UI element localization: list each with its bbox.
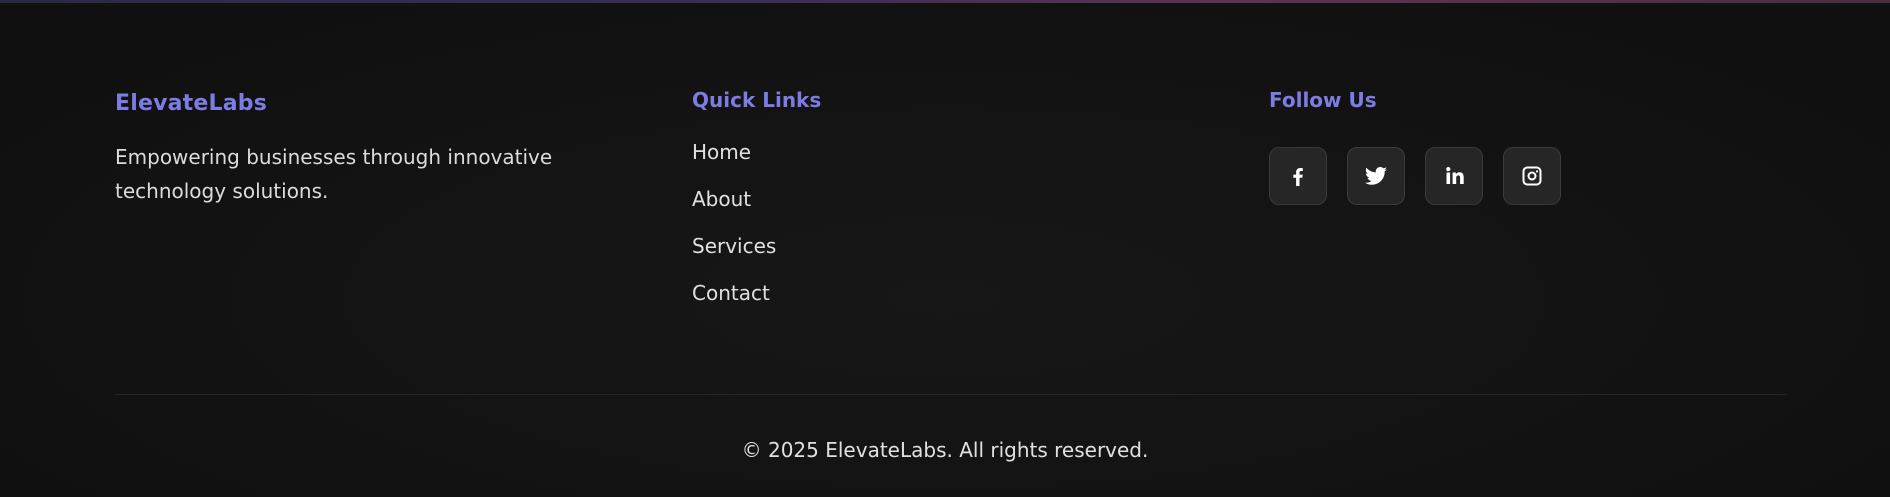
list-item: Services — [692, 234, 1112, 281]
list-item: About — [692, 187, 1112, 234]
facebook-icon — [1293, 168, 1303, 186]
brand-column: ElevateLabs Empowering businesses throug… — [115, 88, 595, 208]
list-item: Home — [692, 140, 1112, 187]
brand-name: ElevateLabs — [115, 91, 268, 116]
instagram-icon — [1522, 166, 1542, 186]
footer-link-about[interactable]: About — [692, 187, 751, 211]
facebook-button[interactable] — [1269, 147, 1327, 205]
footer-link-contact[interactable]: Contact — [692, 281, 770, 305]
twitter-icon — [1365, 167, 1387, 185]
footer-link-home[interactable]: Home — [692, 140, 751, 164]
footer-link-services[interactable]: Services — [692, 234, 776, 258]
brand-tagline: Empowering businesses through innovative… — [115, 145, 553, 203]
quick-links-list: Home About Services Contact — [692, 140, 1112, 328]
site-footer: ElevateLabs Empowering businesses throug… — [0, 0, 1890, 497]
instagram-button[interactable] — [1503, 147, 1561, 205]
quick-links-column: Quick Links Home About Services Contact — [692, 88, 1112, 328]
twitter-button[interactable] — [1347, 147, 1405, 205]
quick-links-heading: Quick Links — [692, 88, 822, 112]
social-column: Follow Us — [1269, 88, 1689, 205]
top-accent-line — [0, 0, 1890, 6]
copyright-text: © 2025 ElevateLabs. All rights reserved. — [741, 438, 1149, 462]
linkedin-icon — [1446, 167, 1464, 184]
footer-divider — [115, 394, 1787, 395]
list-item: Contact — [692, 281, 1112, 328]
follow-us-heading: Follow Us — [1269, 88, 1377, 112]
social-buttons — [1269, 147, 1689, 205]
linkedin-button[interactable] — [1425, 147, 1483, 205]
